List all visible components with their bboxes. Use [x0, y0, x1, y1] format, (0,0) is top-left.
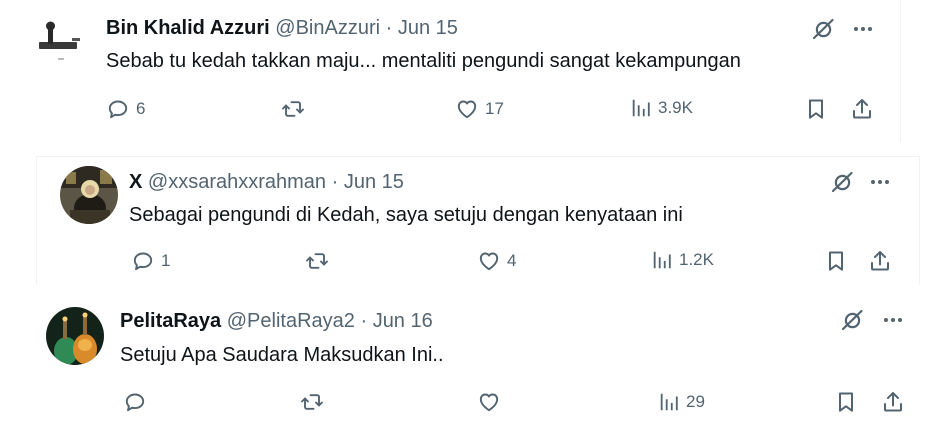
- bookmark-icon[interactable]: [804, 97, 828, 121]
- reply-button[interactable]: 1: [131, 249, 170, 273]
- post-date[interactable]: Jun 15: [398, 17, 458, 39]
- bookmark-icon[interactable]: [824, 249, 848, 273]
- tweet-text: Sebab tu kedah takkan maju... mentaliti …: [106, 50, 741, 72]
- bookmark-icon[interactable]: [834, 390, 858, 414]
- tweet[interactable]: PelitaRaya @PelitaRaya2 · Jun 16 Setuju …: [26, 290, 920, 427]
- like-count: 4: [507, 251, 517, 270]
- reply-button[interactable]: 6: [106, 97, 145, 121]
- user-handle[interactable]: @PelitaRaya2: [227, 310, 355, 332]
- reply-icon: [123, 390, 147, 414]
- post-date[interactable]: Jun 16: [373, 310, 433, 332]
- separator-dot: ·: [331, 171, 339, 193]
- grok-icon[interactable]: [811, 17, 835, 41]
- like-count: 17: [485, 99, 504, 118]
- display-name[interactable]: X: [129, 171, 142, 193]
- like-icon: [477, 390, 501, 414]
- separator-dot: ·: [385, 17, 393, 39]
- tweet-text: Setuju Apa Saudara Maksudkan Ini..: [120, 344, 444, 366]
- repost-button[interactable]: [305, 249, 335, 273]
- reply-icon: [106, 97, 130, 121]
- post-date[interactable]: Jun 15: [344, 171, 404, 193]
- views-button[interactable]: 1.2K: [651, 249, 714, 271]
- like-button[interactable]: 17: [455, 97, 504, 121]
- avatar[interactable]: [60, 166, 118, 224]
- more-icon[interactable]: [851, 17, 875, 41]
- views-button[interactable]: 29: [658, 391, 705, 413]
- user-handle[interactable]: @BinAzzuri: [275, 17, 380, 39]
- avatar[interactable]: [46, 307, 104, 365]
- reply-button[interactable]: [123, 390, 153, 414]
- user-handle[interactable]: @xxsarahxxrahman: [148, 171, 326, 193]
- like-icon: [455, 97, 479, 121]
- tweet[interactable]: X @xxsarahxxrahman · Jun 15 Sebagai peng…: [36, 156, 920, 285]
- display-name[interactable]: Bin Khalid Azzuri: [106, 17, 270, 39]
- reply-count: 6: [136, 99, 146, 118]
- views-count: 29: [686, 392, 705, 411]
- share-icon[interactable]: [850, 97, 874, 121]
- share-icon[interactable]: [868, 249, 892, 273]
- more-icon[interactable]: [868, 170, 892, 194]
- more-icon[interactable]: [881, 308, 905, 332]
- tweet[interactable]: Bin Khalid Azzuri @BinAzzuri · Jun 15 Se…: [26, 0, 901, 142]
- like-button[interactable]: [477, 390, 507, 414]
- views-icon: [658, 391, 680, 413]
- views-count: 1.2K: [679, 250, 714, 269]
- grok-icon[interactable]: [830, 170, 854, 194]
- views-button[interactable]: 3.9K: [630, 97, 693, 119]
- repost-icon: [305, 249, 329, 273]
- like-button[interactable]: 4: [477, 249, 516, 273]
- reply-count: 1: [161, 251, 171, 270]
- display-name[interactable]: PelitaRaya: [120, 310, 221, 332]
- tweet-text: Sebagai pengundi di Kedah, saya setuju d…: [129, 204, 683, 226]
- views-icon: [651, 249, 673, 271]
- repost-button[interactable]: [300, 390, 330, 414]
- avatar[interactable]: [30, 10, 88, 68]
- share-icon[interactable]: [881, 390, 905, 414]
- like-icon: [477, 249, 501, 273]
- grok-icon[interactable]: [840, 308, 864, 332]
- views-count: 3.9K: [658, 98, 693, 117]
- repost-icon: [281, 97, 305, 121]
- separator-dot: ·: [360, 310, 368, 332]
- views-icon: [630, 97, 652, 119]
- repost-icon: [300, 390, 324, 414]
- reply-icon: [131, 249, 155, 273]
- repost-button[interactable]: [281, 97, 311, 121]
